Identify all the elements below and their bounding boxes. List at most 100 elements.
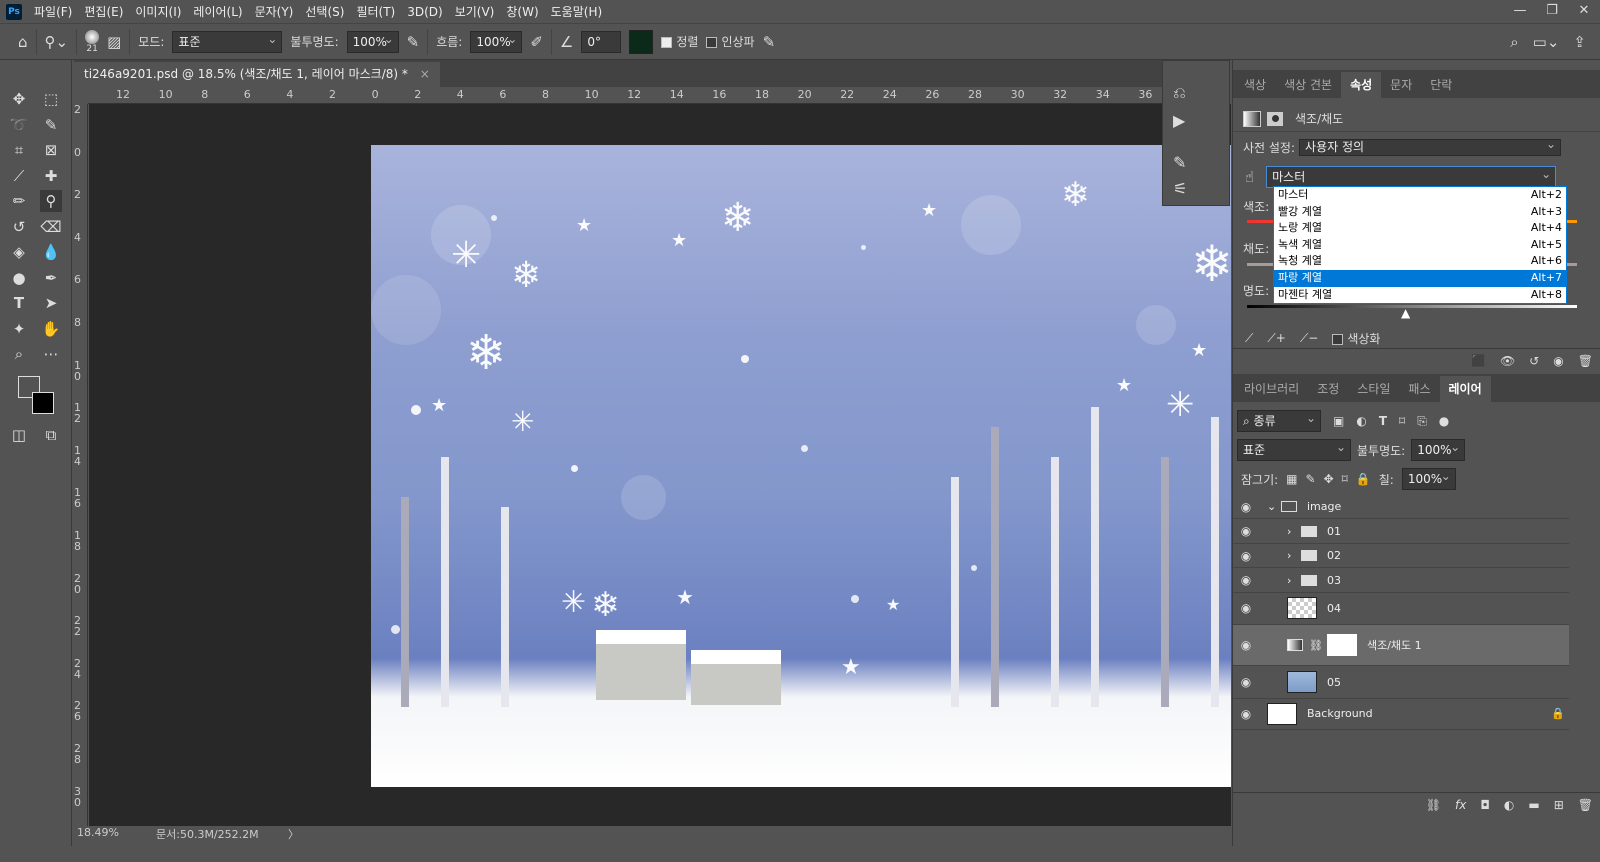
channel-option[interactable]: 마스터 Alt+2 (1274, 187, 1566, 204)
new-adjustment-icon[interactable]: ◐ (1504, 798, 1514, 812)
layer-row[interactable]: ◉ 05 (1233, 666, 1569, 699)
chevron-right-icon[interactable]: › (1287, 549, 1301, 562)
home-icon[interactable]: ⌂ (18, 33, 28, 51)
preset-select[interactable]: 사용자 정의 (1299, 137, 1562, 156)
tab-layers[interactable]: 레이어 (1439, 376, 1491, 402)
lasso-tool-icon[interactable]: ➰ (8, 114, 30, 136)
channel-select[interactable]: 마스터 (1266, 164, 1557, 188)
workspace-icon[interactable]: ▭⌄ (1533, 33, 1560, 51)
pressure-opacity-icon[interactable]: ✎ (407, 33, 420, 51)
menu-file[interactable]: 파일(F) (34, 3, 72, 20)
frame-tool-icon[interactable]: ⊠ (40, 139, 62, 161)
adjustment-icon[interactable] (1243, 110, 1261, 127)
layer-row[interactable]: ◉ 04 (1233, 592, 1569, 625)
clone-stamp-tool-icon[interactable]: ⚲ (40, 190, 62, 212)
filter-toggle[interactable]: ● (1439, 414, 1449, 428)
type-tool-icon[interactable]: T (8, 292, 30, 314)
tab-libraries[interactable]: 라이브러리 (1235, 376, 1308, 402)
brush-settings-icon[interactable]: ▨ (107, 33, 121, 51)
menu-window[interactable]: 창(W) (506, 3, 538, 20)
layer-row[interactable]: ◉ › 02 (1233, 544, 1569, 568)
flow-input[interactable]: 100% (470, 29, 523, 53)
chevron-right-icon[interactable]: › (1287, 525, 1301, 538)
restore-button[interactable]: ❐ (1536, 0, 1568, 22)
delete-adjustment-icon[interactable]: 🗑 (1578, 354, 1593, 368)
canvas-image[interactable]: ❄ ❄ ❄ ❄ ❄ ✳ ❄ ✳ ✳ ★ ★ ★ ★ ★ ★ ★ ★ ★ ✳ (371, 145, 1231, 787)
menu-filter[interactable]: 필터(T) (356, 3, 395, 20)
lightness-slider-thumb[interactable]: ▲ (1401, 306, 1410, 320)
link-icon[interactable]: ⛓ (1309, 639, 1323, 652)
clone-stamp-preset-icon[interactable]: ⚲⌄ (45, 33, 69, 51)
channel-option[interactable]: 녹청 계열 Alt+6 (1274, 253, 1566, 270)
status-menu-arrow[interactable]: 〉 (288, 826, 299, 842)
link-layers-icon[interactable]: ⛓ (1426, 798, 1441, 812)
document-tab[interactable]: ti246a9201.psd @ 18.5% (색조/채도 1, 레이어 마스크… (74, 62, 440, 87)
menu-help[interactable]: 도움말(H) (551, 3, 603, 20)
eyedropper-icon[interactable]: ⟋ (1245, 331, 1253, 346)
adjustments-panel-icon[interactable]: ⚟ (1173, 179, 1187, 198)
eyedropper-tool-icon[interactable]: ⟋ (8, 165, 30, 187)
filter-shape-icon[interactable]: ⌑ (1399, 414, 1405, 428)
new-layer-icon[interactable]: ⊞ (1554, 798, 1564, 812)
pattern-swatch[interactable] (629, 29, 654, 54)
dodge-tool-icon[interactable]: ● (8, 267, 30, 289)
eye-icon[interactable]: ◉ (1233, 707, 1259, 721)
actions-panel-icon[interactable]: ▶ (1173, 111, 1185, 130)
mask-icon[interactable] (1267, 111, 1283, 126)
layer-row[interactable]: ◉ › 03 (1233, 568, 1569, 593)
eye-icon[interactable]: ◉ (1233, 524, 1259, 538)
lock-position-icon[interactable]: ✥ (1324, 472, 1334, 486)
move-tool-icon[interactable]: ✥ (8, 88, 30, 110)
eye-icon[interactable]: ◉ (1233, 500, 1259, 514)
mode-select[interactable]: 표준 (172, 29, 283, 53)
colorize-checkbox[interactable]: 색상화 (1332, 330, 1380, 347)
eyedropper-subtract-icon[interactable]: ⟋− (1300, 331, 1318, 346)
layer-mask-thumbnail[interactable] (1326, 634, 1357, 656)
blur-tool-icon[interactable]: 💧 (40, 241, 62, 263)
channel-option[interactable]: 마젠타 계열 Alt+8 (1274, 287, 1566, 304)
menu-image[interactable]: 이미지(I) (135, 3, 181, 20)
brush-tool-icon[interactable]: ✏ (8, 190, 30, 212)
aligned-checkbox[interactable]: 정렬 (661, 33, 698, 50)
new-group-icon[interactable]: ▬ (1528, 798, 1539, 812)
tab-styles[interactable]: 스타일 (1348, 376, 1399, 402)
share-icon[interactable]: ⇪ (1573, 33, 1586, 51)
layer-row[interactable]: ◉ › 01 (1233, 519, 1569, 544)
opacity-input[interactable]: 100% (346, 29, 399, 53)
lock-all-icon[interactable]: 🔒 (1356, 472, 1371, 486)
path-select-icon[interactable]: ➤ (40, 292, 62, 314)
eye-icon[interactable]: ◉ (1233, 573, 1259, 587)
menu-edit[interactable]: 편집(E) (84, 3, 123, 20)
layer-row[interactable]: ◉ Background 🔒 (1233, 698, 1569, 730)
filter-adjustment-icon[interactable]: ◐ (1356, 414, 1366, 428)
screen-mode-icon[interactable]: ⧉ (40, 424, 62, 446)
filter-pixel-icon[interactable]: ▣ (1333, 414, 1344, 428)
fx-icon[interactable]: fx (1455, 798, 1466, 812)
angle-input[interactable]: 0° (581, 30, 622, 53)
brush-settings-panel-icon[interactable]: ✎ (1173, 153, 1186, 172)
minimize-button[interactable]: — (1504, 0, 1536, 22)
fill-input[interactable]: 100% (1401, 466, 1456, 490)
filter-type-icon[interactable]: T (1379, 414, 1387, 428)
zoom-tool-icon[interactable]: ⌕ (8, 343, 30, 365)
visibility-icon[interactable]: ◉ (1553, 354, 1563, 368)
lock-transparent-icon[interactable]: ▦ (1286, 472, 1297, 486)
close-document-button[interactable]: × (420, 67, 430, 81)
history-panel-icon[interactable]: ⎌ (1173, 83, 1186, 103)
lock-artboard-icon[interactable]: ⌑ (1342, 472, 1348, 486)
brush-preset-picker[interactable]: 21 (85, 29, 100, 54)
quick-select-tool-icon[interactable]: ✎ (40, 114, 62, 136)
tab-paths[interactable]: 패스 (1399, 376, 1439, 402)
eraser-tool-icon[interactable]: ⌫ (40, 216, 62, 238)
paint-bucket-icon[interactable]: ◈ (8, 241, 30, 263)
menu-select[interactable]: 선택(S) (305, 3, 344, 20)
marquee-tool-icon[interactable]: ⬚ (40, 88, 62, 110)
blend-mode-select[interactable]: 표준 (1237, 437, 1351, 461)
chevron-down-icon[interactable]: ⌄ (1267, 500, 1281, 513)
history-brush-icon[interactable]: ↺ (8, 216, 30, 238)
layer-opacity-input[interactable]: 100% (1411, 437, 1466, 461)
reset-icon[interactable]: ↺ (1529, 354, 1539, 368)
channel-option[interactable]: 파랑 계열 Alt+7 (1274, 269, 1566, 287)
targeted-adjustment-icon[interactable]: ☝ (1245, 168, 1254, 186)
background-color-swatch[interactable] (32, 392, 54, 414)
